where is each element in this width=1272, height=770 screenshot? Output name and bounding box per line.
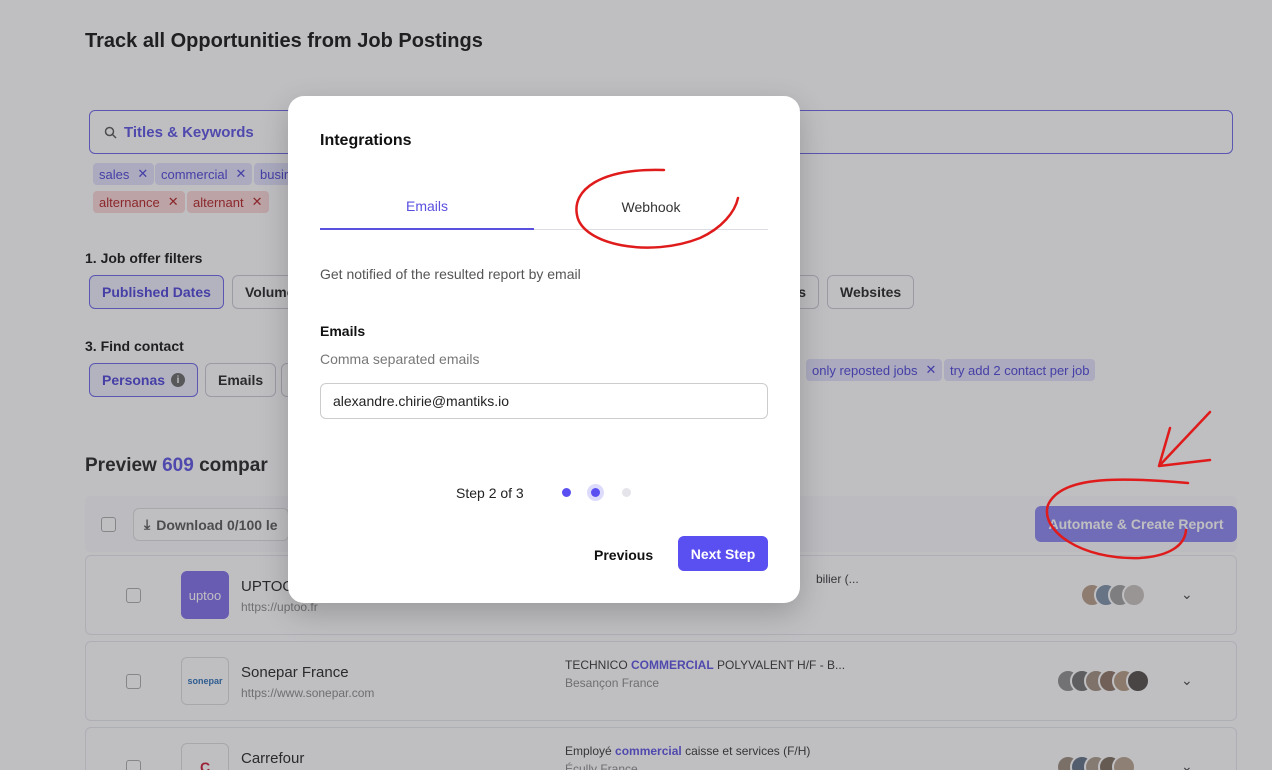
integrations-modal: Integrations Emails Webhook Get notified… — [288, 96, 800, 603]
step-dots — [560, 484, 640, 502]
step-dot-pending — [622, 488, 631, 497]
tab-webhook[interactable]: Webhook — [544, 184, 758, 230]
previous-button[interactable]: Previous — [582, 540, 665, 570]
next-step-button[interactable]: Next Step — [678, 536, 768, 571]
step-indicator-text: Step 2 of 3 — [456, 485, 524, 501]
integration-tabs: Emails Webhook — [320, 184, 768, 230]
step-dot-current — [591, 488, 600, 497]
emails-field-label: Emails — [320, 323, 366, 339]
tab-emails[interactable]: Emails — [320, 184, 534, 230]
emails-field-help: Comma separated emails — [320, 351, 480, 367]
modal-description: Get notified of the resulted report by e… — [320, 266, 581, 282]
emails-field[interactable] — [320, 383, 768, 419]
step-dot-complete — [562, 488, 571, 497]
modal-title: Integrations — [320, 132, 412, 149]
